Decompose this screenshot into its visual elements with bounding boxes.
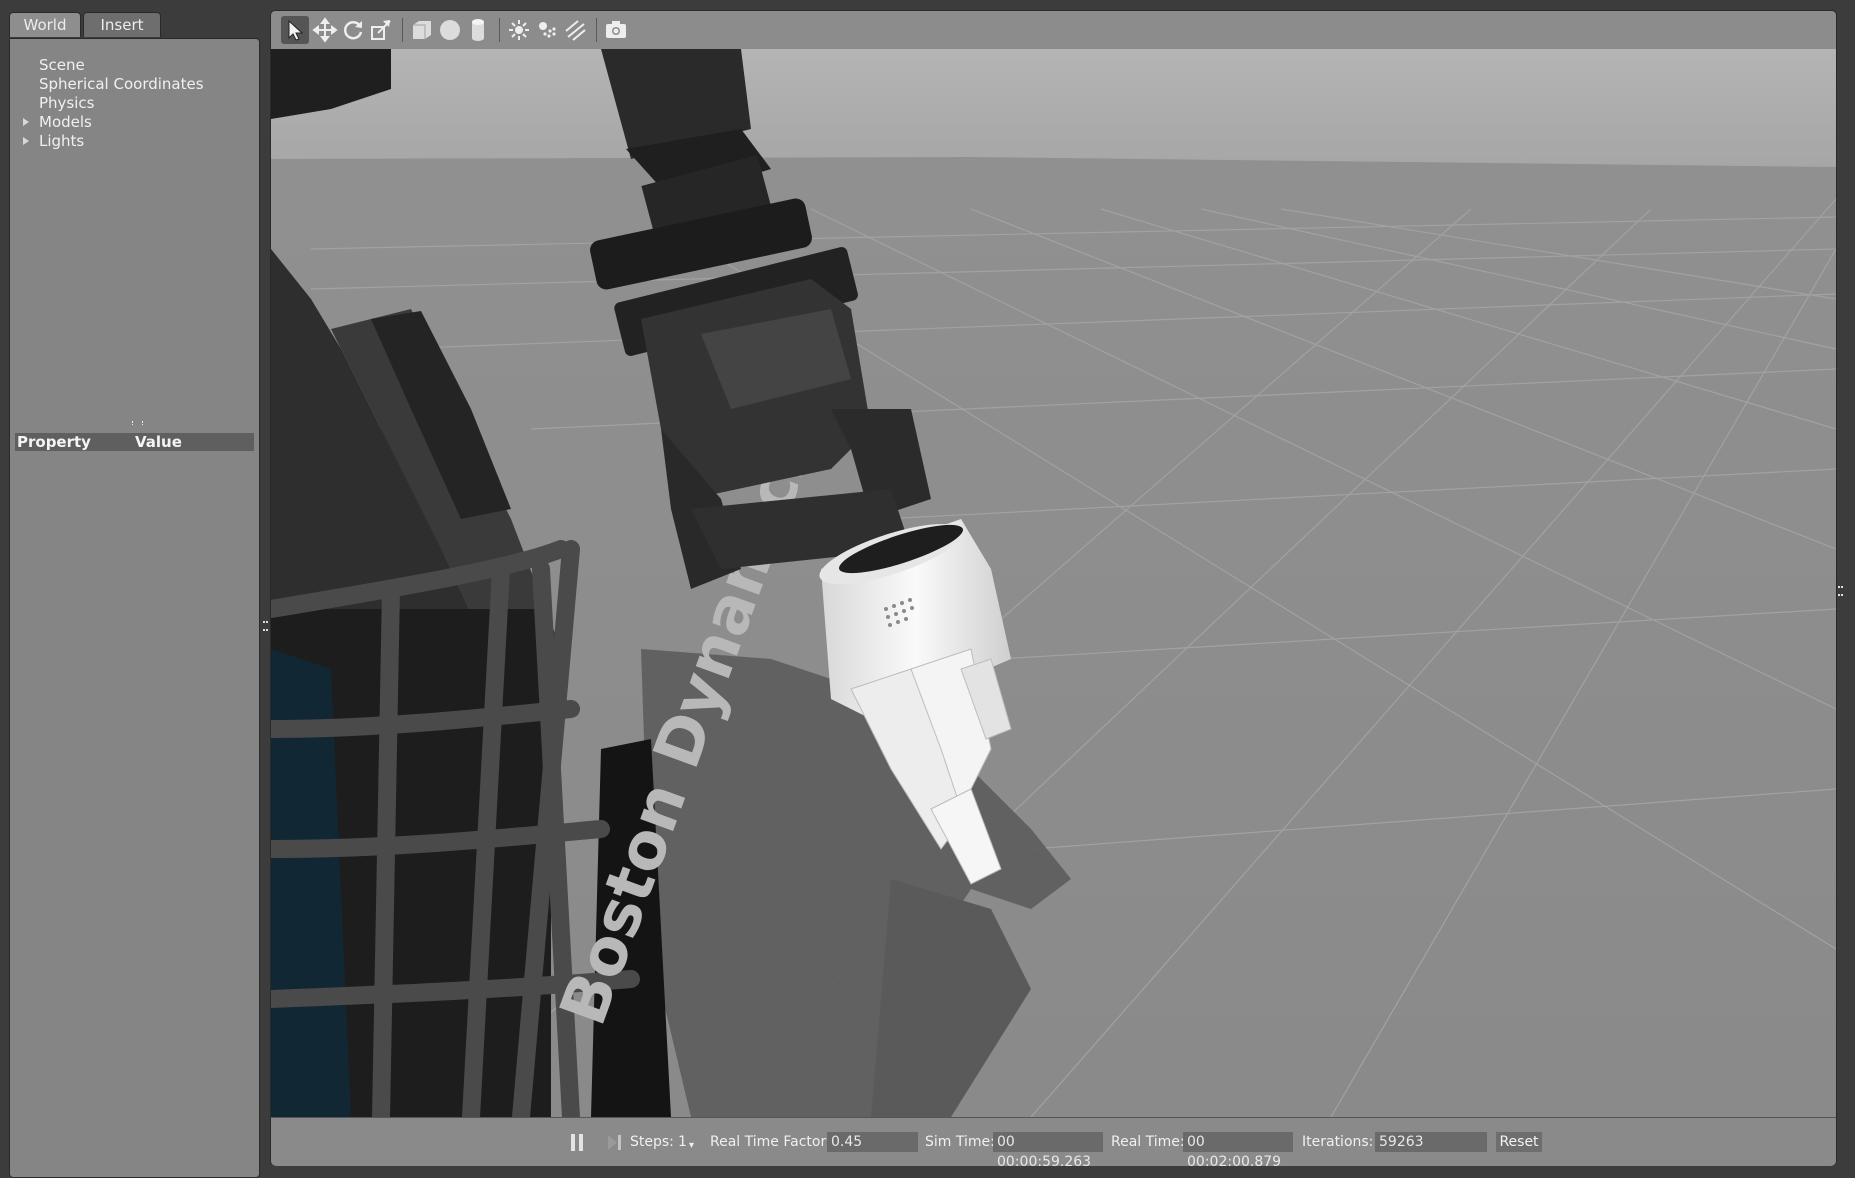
- steps-label: Steps:: [630, 1134, 674, 1150]
- step-forward-icon[interactable]: [607, 1134, 623, 1151]
- column-header-value[interactable]: Value: [135, 433, 182, 451]
- tree-item-models[interactable]: Models: [23, 113, 92, 132]
- spot-light-icon[interactable]: [533, 16, 561, 44]
- sphere-shape-icon[interactable]: [436, 16, 464, 44]
- toolbar-separator: [499, 18, 500, 42]
- tab-insert[interactable]: Insert: [83, 12, 161, 37]
- steps-value[interactable]: 1: [678, 1133, 687, 1151]
- real-time-field: 00 00:02:00.879: [1183, 1132, 1293, 1170]
- directional-light-icon[interactable]: [561, 16, 589, 44]
- tree-item-physics[interactable]: Physics: [39, 94, 94, 113]
- rotate-icon[interactable]: [339, 16, 367, 44]
- screenshot-icon[interactable]: [602, 16, 630, 44]
- status-bar: Steps: 1 ▾ Real Time Factor: 0.45 Sim Ti…: [271, 1117, 1836, 1170]
- tree-item-lights[interactable]: Lights: [23, 132, 85, 151]
- expand-arrow-icon[interactable]: [23, 137, 29, 145]
- panel-splitter-handle[interactable]: [263, 621, 266, 631]
- tab-world[interactable]: World: [9, 12, 81, 37]
- tree-item-label: Lights: [39, 132, 85, 150]
- tree-item-label: Scene: [39, 56, 85, 74]
- select-mode-icon[interactable]: [281, 16, 309, 44]
- sim-time-label: Sim Time:: [925, 1134, 995, 1150]
- tree-item-scene[interactable]: Scene: [39, 56, 85, 75]
- box-shape-icon[interactable]: [408, 16, 436, 44]
- tree-item-label: Spherical Coordinates: [39, 75, 204, 93]
- pause-icon[interactable]: [571, 1134, 585, 1151]
- column-header-property[interactable]: Property: [17, 433, 91, 451]
- 3d-viewport[interactable]: Boston Dynamics: [271, 49, 1836, 1117]
- left-panel: World Insert Scene Spherical Coordinates…: [9, 12, 266, 1178]
- toolbar: [271, 11, 1836, 50]
- iterations-label: Iterations:: [1302, 1134, 1374, 1150]
- sky: [271, 49, 1836, 169]
- scene-render: Boston Dynamics: [271, 49, 1836, 1117]
- expand-arrow-icon[interactable]: [23, 118, 29, 126]
- splitter-grip-icon[interactable]: [132, 421, 143, 425]
- point-light-icon[interactable]: [505, 16, 533, 44]
- reset-button[interactable]: Reset: [1496, 1132, 1542, 1152]
- real-time-factor-field: 0.45: [827, 1132, 918, 1152]
- right-panel-splitter-handle[interactable]: [1838, 586, 1841, 596]
- cylinder-shape-icon[interactable]: [464, 16, 492, 44]
- tree-item-label: Physics: [39, 94, 95, 112]
- world-panel: Scene Spherical Coordinates Physics Mode…: [9, 38, 266, 1178]
- translate-icon[interactable]: [311, 16, 339, 44]
- steps-dropdown-icon[interactable]: ▾: [689, 1137, 694, 1155]
- property-table-header: Property Value: [15, 421, 254, 451]
- real-time-label: Real Time:: [1111, 1134, 1185, 1150]
- real-time-factor-label: Real Time Factor:: [710, 1134, 831, 1150]
- sim-time-field: 00 00:00:59.263: [993, 1132, 1103, 1170]
- tree-item-label: Models: [39, 113, 92, 131]
- toolbar-separator: [596, 18, 597, 42]
- main-area: Boston Dynamics Steps: 1 ▾ Real Time Fac…: [270, 10, 1841, 1170]
- scale-icon[interactable]: [367, 16, 395, 44]
- tree-item-spherical-coordinates[interactable]: Spherical Coordinates: [39, 75, 204, 94]
- iterations-field: 59263: [1375, 1132, 1487, 1152]
- toolbar-separator: [402, 18, 403, 42]
